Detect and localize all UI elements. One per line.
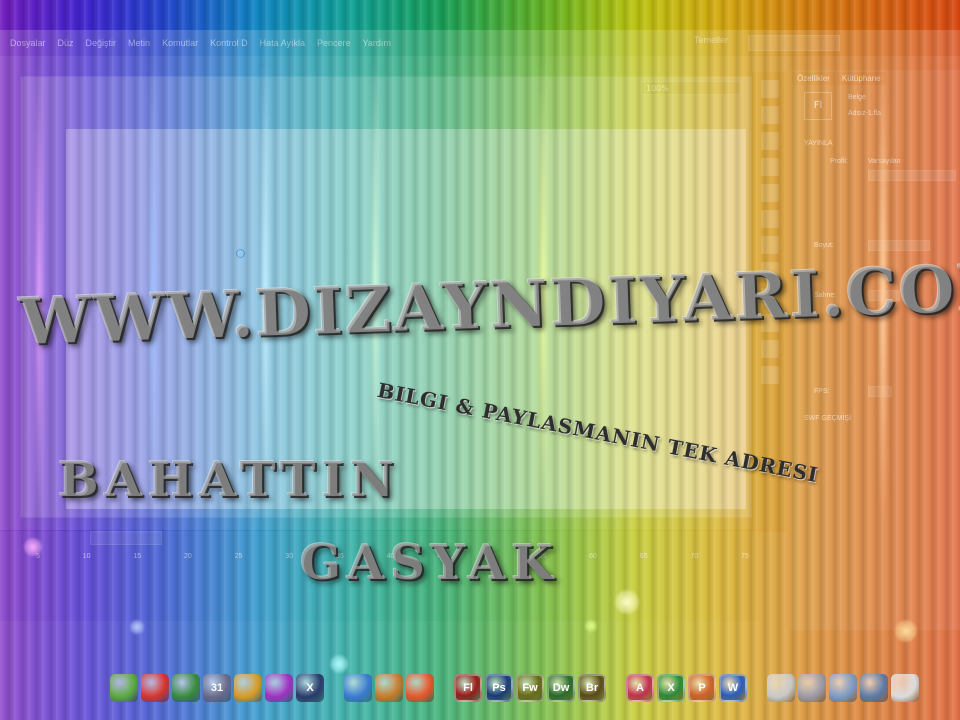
taskbar-dock: 31 X Fl Ps Fw Dw Br A X P W	[110, 668, 919, 708]
access-icon[interactable]: A	[626, 674, 654, 702]
glow-dot	[895, 620, 917, 642]
calendar-icon[interactable]: 31	[203, 674, 231, 702]
selection-tool-icon[interactable]	[761, 80, 779, 98]
taskbar-icon-label: X	[667, 682, 675, 694]
bucket-tool-icon[interactable]	[761, 340, 779, 358]
menu-item[interactable]: Pencere	[317, 38, 351, 48]
green-orb-icon[interactable]	[110, 674, 138, 702]
glow-dot	[585, 620, 597, 632]
computer-icon[interactable]	[860, 674, 888, 702]
watermark-name-last: GASYAK	[300, 535, 560, 591]
lasso-tool-icon[interactable]	[761, 158, 779, 176]
frame-number: 15	[133, 553, 142, 560]
menu-item[interactable]: Hata Ayıkla	[260, 38, 305, 48]
frame-number: 25	[234, 553, 243, 560]
bridge-icon[interactable]: Br	[578, 674, 606, 702]
workspace-switcher[interactable]: Temeller	[694, 35, 728, 51]
size-field[interactable]	[868, 240, 930, 251]
top-bezel	[0, 0, 960, 30]
fireworks-icon[interactable]	[406, 674, 434, 702]
frame-number: 30	[285, 553, 294, 560]
frame-number: 70	[690, 553, 699, 560]
flash-icon[interactable]: Fl	[454, 674, 482, 702]
menu-item[interactable]: Dosyalar	[10, 38, 46, 48]
taskbar-icon-label: P	[698, 682, 706, 694]
x-app-icon[interactable]: X	[296, 674, 324, 702]
dreamweaver-icon[interactable]: Dw	[547, 674, 575, 702]
taskbar-icon-label: 31	[210, 682, 224, 694]
desktop-screen: Dosyalar Düz Değiştir Metin Komutlar Kon…	[0, 0, 960, 720]
taskbar-icon-label: Br	[585, 682, 599, 694]
acrobat-icon[interactable]	[767, 674, 795, 702]
tab-properties[interactable]: Özellikler	[792, 72, 835, 85]
document-type-icon: Fl	[804, 92, 832, 120]
folder-icon[interactable]	[829, 674, 857, 702]
glow-dot	[615, 590, 639, 614]
profile-label: Profil:	[830, 158, 848, 165]
word-icon[interactable]: W	[719, 674, 747, 702]
menu-item[interactable]: Düz	[58, 38, 74, 48]
search-input[interactable]	[748, 35, 840, 51]
frame-number: 10	[82, 553, 91, 560]
pen-tool-icon[interactable]	[761, 184, 779, 202]
menu-item[interactable]: Metin	[128, 38, 150, 48]
taskbar-icon-label: Fl	[463, 682, 473, 694]
doc-type-label: Belge	[848, 94, 866, 101]
menubar-right: Temeller	[694, 35, 960, 51]
taskbar-icon-label: Ps	[492, 682, 506, 694]
taskbar-icon-label: W	[727, 682, 739, 694]
tab-library[interactable]: Kütüphane	[836, 72, 886, 85]
colorful-cube-icon[interactable]	[172, 674, 200, 702]
purple-swoosh-icon[interactable]	[265, 674, 293, 702]
registration-point	[236, 249, 245, 258]
doc-name-label: Adsız-1.fla	[848, 110, 882, 117]
tools-icon[interactable]	[375, 674, 403, 702]
app-window: Dosyalar Düz Değiştir Metin Komutlar Kon…	[0, 30, 960, 720]
zoom-select[interactable]: 100%	[641, 81, 741, 95]
taskbar-icon-label: X	[306, 682, 314, 694]
frame-number: 65	[639, 553, 648, 560]
swf-history-label[interactable]: SWF GEÇMİŞİ	[804, 415, 851, 422]
photoshop-icon[interactable]: Ps	[485, 674, 513, 702]
battery-icon[interactable]	[891, 674, 919, 702]
fps-label: FPS:	[814, 388, 830, 395]
properties-tabs: Özellikler Kütüphane	[790, 70, 960, 87]
menu-item[interactable]: Komutlar	[162, 38, 198, 48]
frame-number: 75	[741, 553, 749, 560]
fireworks-app-icon[interactable]: Fw	[516, 674, 544, 702]
frame-number: 5	[36, 553, 40, 560]
text-tool-icon[interactable]	[761, 210, 779, 228]
eyedropper-tool-icon[interactable]	[761, 366, 779, 384]
excel-icon[interactable]: X	[657, 674, 685, 702]
size-label: Boyut:	[814, 242, 834, 249]
frame-number: 20	[184, 553, 192, 560]
taskbar-icon-label: Dw	[552, 682, 570, 694]
taskbar-icon-label: A	[636, 682, 644, 694]
publish-section-label[interactable]: YAYINLA	[804, 140, 833, 147]
watermark-name-first: BAHATTIN	[58, 452, 400, 508]
powerpoint-icon[interactable]: P	[688, 674, 716, 702]
glow-dot	[130, 620, 144, 634]
disk-icon[interactable]	[798, 674, 826, 702]
fish-icon[interactable]	[344, 674, 372, 702]
menu-item[interactable]: Yardım	[363, 38, 391, 48]
menubar: Dosyalar Düz Değiştir Metin Komutlar Kon…	[0, 30, 960, 56]
subselection-tool-icon[interactable]	[761, 106, 779, 124]
red-swirl-icon[interactable]	[141, 674, 169, 702]
stripes-icon[interactable]	[234, 674, 262, 702]
menu-item[interactable]: Değiştir	[86, 38, 117, 48]
line-tool-icon[interactable]	[761, 236, 779, 254]
timeline-tab[interactable]	[90, 531, 162, 545]
menu-item[interactable]: Kontrol D	[210, 38, 248, 48]
glow-dot	[24, 538, 42, 556]
frame-number: 60	[589, 553, 597, 560]
transform-tool-icon[interactable]	[761, 132, 779, 150]
taskbar-icon-label: Fw	[522, 682, 538, 694]
properties-panel: Özellikler Kütüphane Fl Belge Adsız-1.fl…	[790, 70, 960, 630]
